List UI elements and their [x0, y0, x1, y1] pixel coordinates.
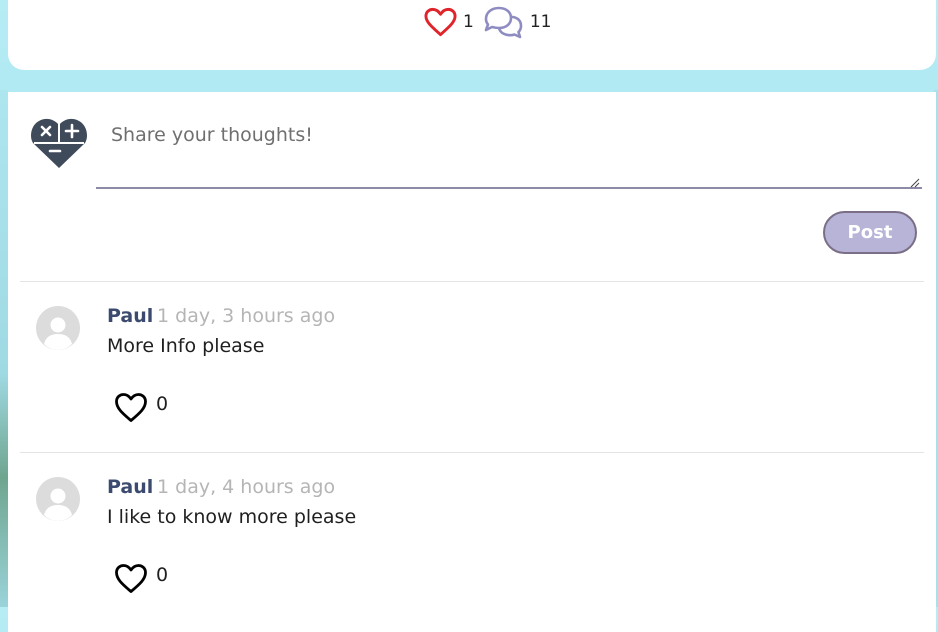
comment-author[interactable]: Paul — [107, 305, 153, 327]
comment-text: More Info please — [107, 335, 265, 357]
comment-like-count: 0 — [156, 564, 169, 586]
comment-item: Paul 1 day, 4 hours ago I like to know m… — [8, 453, 936, 623]
user-avatar-icon — [36, 306, 80, 350]
comment-timestamp: 1 day, 4 hours ago — [157, 476, 336, 498]
heart-outline-icon[interactable] — [114, 392, 148, 423]
comment-input[interactable] — [96, 112, 922, 189]
user-avatar-icon — [36, 477, 80, 521]
avatar[interactable] — [36, 477, 80, 521]
comment-text: I like to know more please — [107, 506, 357, 528]
post-button[interactable]: Post — [823, 211, 917, 254]
comments-count: 11 — [529, 12, 552, 32]
heart-outline-icon[interactable] — [114, 563, 148, 594]
comment-bubbles-icon[interactable] — [482, 4, 524, 40]
textarea-resize-handle-icon[interactable] — [910, 178, 920, 188]
post-card-footer: 1 11 — [8, 0, 936, 70]
heart-icon[interactable] — [424, 7, 457, 37]
comment-author[interactable]: Paul — [107, 476, 153, 498]
likes-count: 1 — [463, 12, 474, 32]
comment-timestamp: 1 day, 3 hours ago — [157, 305, 336, 327]
comment-like-count: 0 — [156, 393, 169, 415]
comment-item: Paul 1 day, 3 hours ago More Info please… — [8, 282, 936, 452]
background-strip-left — [0, 90, 8, 607]
comments-panel: Post Paul 1 day, 3 hours ago More Info p… — [8, 92, 936, 632]
post-stats: 1 11 — [424, 4, 559, 40]
avatar[interactable] — [36, 306, 80, 350]
math-heart-logo-icon — [31, 118, 87, 168]
